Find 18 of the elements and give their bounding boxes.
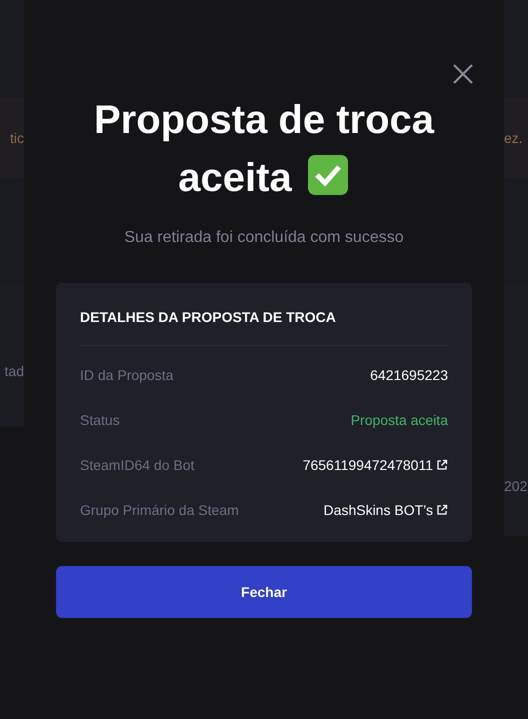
detail-label: Grupo Primário da Steam: [80, 502, 239, 518]
detail-label: ID da Proposta: [80, 366, 174, 382]
external-link-icon: [436, 504, 448, 516]
external-link-icon: [436, 458, 448, 470]
status-value: Proposta aceita: [350, 412, 448, 428]
detail-label: Status: [80, 412, 120, 428]
detail-label: SteamID64 do Bot: [80, 456, 194, 472]
detail-link[interactable]: 76561199472478011: [302, 456, 448, 472]
background-text: ez.: [504, 130, 523, 146]
close-dialog-button[interactable]: Fechar: [56, 566, 472, 618]
background-text: 202: [504, 478, 528, 494]
dialog-title: Proposta de troca aceita: [92, 97, 436, 202]
detail-link[interactable]: DashSkins BOT’s: [324, 502, 448, 518]
background-text: tad: [4, 363, 24, 379]
background-text: tic: [10, 130, 24, 146]
subtitle: Sua retirada foi concluída com sucesso: [123, 229, 405, 247]
detail-value: 6421695223: [370, 366, 448, 382]
details-heading: DETALHES DA PROPOSTA DE TROCA: [80, 309, 448, 346]
